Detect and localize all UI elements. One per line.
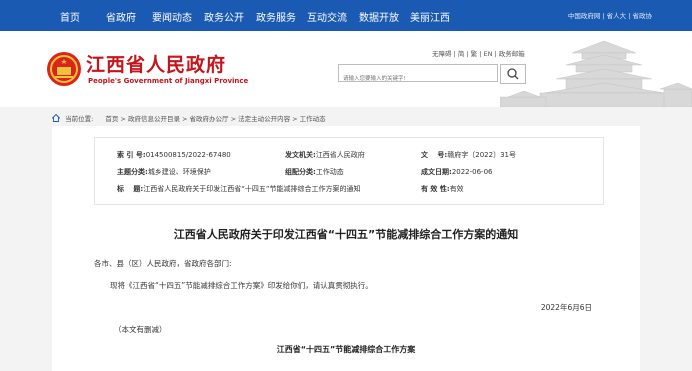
site-subtitle: People's Government of Jiangxi Province <box>88 77 249 85</box>
tengwang-pavilion-illustration <box>500 40 692 107</box>
plan-title: 江西省“十四五”节能减排综合工作方案 <box>276 345 416 354</box>
nav-interaction[interactable]: 互动交流 <box>307 9 347 24</box>
document-metadata-table: 索 引 号:014500815/2022-67480 发文机关:江西省人民政府 … <box>94 137 604 205</box>
top-util-links[interactable]: 中国政府网 | 省人大 | 省政协 <box>568 10 652 20</box>
nav-provincial-government[interactable]: 省政府 <box>106 9 136 24</box>
document-body: 现将《江西省“十四五”节能减排综合工作方案》印发给你们，请认真贯彻执行。 <box>110 281 373 290</box>
nav-open-data[interactable]: 数据开放 <box>359 9 399 24</box>
document-addressee: 各市、县（区）人民政府，省政府各部门: <box>94 259 232 268</box>
search-box <box>338 64 498 86</box>
breadcrumb-label: 当前位置: <box>65 115 94 123</box>
nav-home[interactable]: 首页 <box>60 9 80 24</box>
meta-date: 成文日期:2022-06-06 <box>421 168 493 176</box>
meta-issuer: 发文机关:江西省人民政府 <box>285 151 365 159</box>
breadcrumb: 当前位置: 首页 > 政府信息公开目录 > 省政府办公厅 > 法定主动公开内容 … <box>52 113 326 123</box>
site-header: 江西省人民政府 People's Government of Jiangxi P… <box>0 31 692 107</box>
breadcrumb-path[interactable]: 首页 > 政府信息公开目录 > 省政府办公厅 > 法定主动公开内容 > 工作动态 <box>105 115 325 123</box>
document-note: （本文有删减） <box>114 325 167 334</box>
national-emblem-icon <box>47 52 81 86</box>
nav-government-affairs[interactable]: 政务公开 <box>204 9 244 24</box>
meta-index: 索 引 号:014500815/2022-67480 <box>117 151 231 159</box>
nav-news[interactable]: 要闻动态 <box>152 9 192 24</box>
document-title: 江西省人民政府关于印发江西省“十四五”节能减排综合工作方案的通知 <box>173 228 519 241</box>
nav-beautiful-jiangxi[interactable]: 美丽江西 <box>410 9 450 24</box>
content-card: 索 引 号:014500815/2022-67480 发文机关:江西省人民政府 … <box>52 126 640 371</box>
meta-validity: 有 效 性:有效 <box>421 185 464 193</box>
nav-government-services[interactable]: 政务服务 <box>256 9 296 24</box>
top-nav-bar: 首页 省政府 要闻动态 政务公开 政务服务 互动交流 数据开放 美丽江西 中国政… <box>0 0 692 31</box>
meta-doc-number: 文 号:赣府字〔2022〕31号 <box>421 151 516 159</box>
search-input[interactable] <box>339 72 497 86</box>
document-date: 2022年6月6日 <box>540 303 592 312</box>
site-title[interactable]: 江西省人民政府 <box>86 50 226 77</box>
meta-topic: 主题分类:城乡建设、环境保护 <box>117 168 211 176</box>
meta-category: 组配分类:工作动态 <box>285 168 344 176</box>
meta-title: 标 题:江西省人民政府关于印发江西省“十四五”节能减排综合工作方案的通知 <box>117 185 361 193</box>
location-icon <box>52 114 60 122</box>
